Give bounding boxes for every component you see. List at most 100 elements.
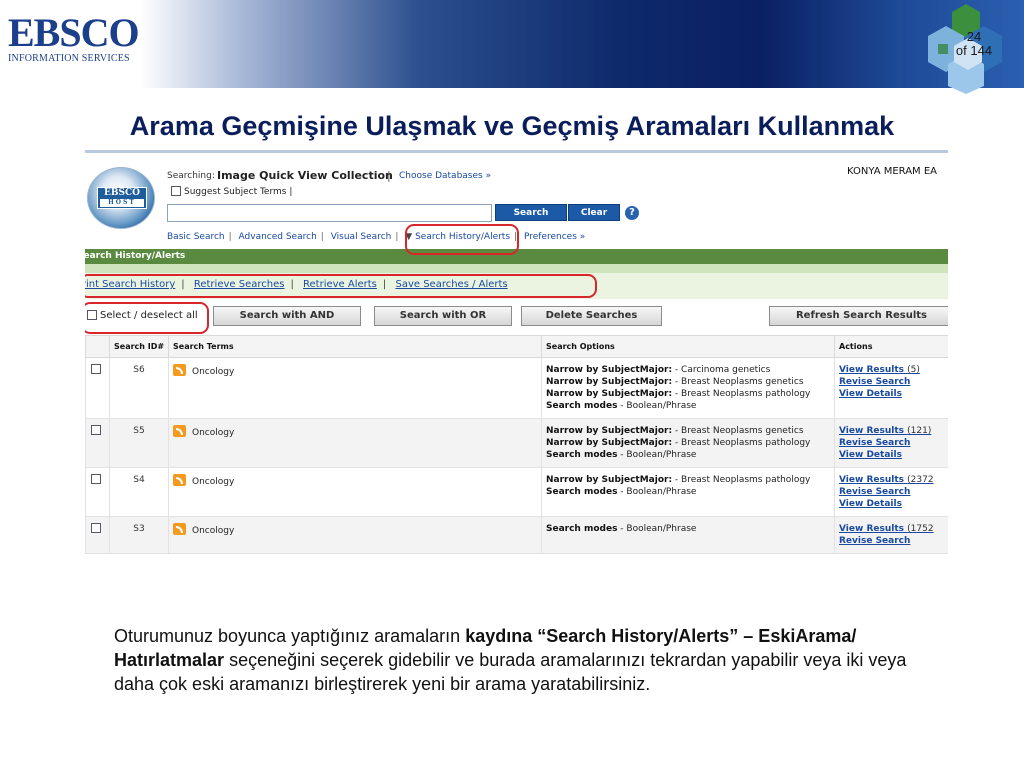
view-details-link[interactable]: View Details [839, 388, 944, 400]
rss-feed-icon[interactable] [173, 425, 186, 437]
col-header-id: Search ID# [109, 335, 169, 358]
search-history-table: Search ID# Search Terms Search Options A… [85, 335, 948, 554]
refresh-results-button[interactable]: Refresh Search Results [769, 306, 948, 326]
search-input[interactable] [167, 204, 492, 222]
search-terms-cell: Oncology [168, 357, 542, 419]
option-label: Narrow by SubjectMajor: [546, 475, 673, 485]
view-details-link[interactable]: View Details [839, 449, 944, 461]
search-option: Search modes - Boolean/Phrase [546, 523, 830, 535]
option-value: - Boolean/Phrase [617, 401, 697, 411]
nav-visual-search[interactable]: Visual Search [331, 232, 392, 242]
actions-cell: View Results (5) Revise Search View Detail… [834, 357, 948, 419]
result-count: (121) [907, 426, 932, 436]
view-results-link[interactable]: View Results (5) [839, 364, 944, 376]
rss-feed-icon[interactable] [173, 364, 186, 376]
search-with-and-button[interactable]: Search with AND [213, 306, 361, 326]
clear-button[interactable]: Clear [568, 204, 620, 221]
search-id: S6 [109, 357, 169, 419]
slide-title: Arama Geçmişine Ulaşmak ve Geçmiş Aramal… [129, 111, 895, 141]
actions-cell: View Results (2372 Revise Search View Deta… [834, 467, 948, 517]
search-options-cell: Narrow by SubjectMajor: - Breast Neoplas… [541, 418, 835, 468]
searching-label: Searching: [167, 171, 215, 181]
save-searches-link[interactable]: Save Searches / Alerts [395, 279, 507, 290]
search-with-or-button[interactable]: Search with OR [374, 306, 512, 326]
retrieve-searches-link[interactable]: Retrieve Searches [194, 279, 285, 290]
rss-feed-icon[interactable] [173, 474, 186, 486]
divider: | [387, 169, 391, 182]
search-id: S5 [109, 418, 169, 468]
view-results-link[interactable]: View Results (2372 [839, 474, 944, 486]
delete-searches-button[interactable]: Delete Searches [521, 306, 662, 326]
nav-preferences[interactable]: Preferences » [524, 232, 585, 242]
nav-basic-search[interactable]: Basic Search [167, 232, 225, 242]
slide-header-band [0, 0, 1024, 88]
ebscohost-logo-top: EBSCO [104, 188, 140, 198]
suggest-terms-option[interactable]: Suggest Subject Terms | [171, 186, 292, 197]
choose-databases-link[interactable]: Choose Databases » [399, 171, 491, 181]
view-results-label: View Results [839, 524, 904, 534]
search-options-cell: Narrow by SubjectMajor: - Breast Neoplas… [541, 467, 835, 517]
search-option: Narrow by SubjectMajor: - Breast Neoplas… [546, 388, 830, 400]
search-id: S4 [109, 467, 169, 517]
search-options-cell: Narrow by SubjectMajor: - Carcinoma gene… [541, 357, 835, 419]
revise-search-link[interactable]: Revise Search [839, 376, 944, 388]
search-terms-cell: Oncology [168, 467, 542, 517]
option-label: Narrow by SubjectMajor: [546, 438, 673, 448]
search-nav: Basic Search | Advanced Search | Visual Se… [167, 232, 585, 242]
col-header-terms: Search Terms [168, 335, 542, 358]
caption-text: Oturumunuz boyunca yaptığınız aramaların… [114, 624, 934, 696]
ebscohost-logo: EBSCO HOST [87, 167, 155, 229]
option-label: Narrow by SubjectMajor: [546, 426, 673, 436]
help-icon[interactable]: ? [625, 206, 639, 220]
view-results-label: View Results [839, 426, 904, 436]
row-checkbox[interactable] [91, 364, 101, 374]
search-option: Search modes - Boolean/Phrase [546, 449, 830, 461]
view-details-link[interactable]: View Details [839, 498, 944, 510]
logo-subtitle: INFORMATION SERVICES [8, 53, 130, 64]
col-header-options: Search Options [541, 335, 835, 358]
ebscohost-logo-bottom: HOST [100, 199, 144, 207]
table-row: S5 Oncology Narrow by SubjectMajor: - Brea… [85, 418, 948, 468]
row-select-cell [85, 418, 110, 468]
history-header-title: Search History/Alerts [85, 251, 186, 261]
row-select-cell [85, 516, 110, 554]
row-checkbox[interactable] [91, 425, 101, 435]
search-term: Oncology [192, 428, 235, 438]
divider: | [289, 187, 293, 197]
option-value: - Breast Neoplasms pathology [672, 438, 811, 448]
revise-search-link[interactable]: Revise Search [839, 486, 944, 498]
search-option: Narrow by SubjectMajor: - Breast Neoplas… [546, 474, 830, 486]
divider: | [382, 279, 387, 290]
option-value: - Carcinoma genetics [672, 365, 771, 375]
search-option: Search modes - Boolean/Phrase [546, 486, 830, 498]
search-button[interactable]: Search [495, 204, 567, 221]
nav-search-history[interactable]: Search History/Alerts [415, 232, 510, 242]
option-value: - Boolean/Phrase [617, 524, 697, 534]
table-row: S6 Oncology Narrow by SubjectMajor: - Carc… [85, 357, 948, 419]
print-history-link[interactable]: Print Search History [85, 279, 175, 290]
result-count: (2372 [907, 475, 934, 485]
revise-search-link[interactable]: Revise Search [839, 437, 944, 449]
row-select-cell [85, 357, 110, 419]
option-value: - Breast Neoplasms pathology [672, 475, 811, 485]
option-label: Narrow by SubjectMajor: [546, 377, 673, 387]
select-all-label: Select / deselect all [100, 310, 198, 321]
search-term: Oncology [192, 477, 235, 487]
retrieve-alerts-link[interactable]: Retrieve Alerts [303, 279, 377, 290]
row-checkbox[interactable] [91, 474, 101, 484]
search-terms-cell: Oncology [168, 516, 542, 554]
search-option: Narrow by SubjectMajor: - Breast Neoplas… [546, 437, 830, 449]
suggest-terms-checkbox[interactable] [171, 186, 181, 196]
select-all-option[interactable]: Select / deselect all [87, 310, 198, 321]
revise-search-link[interactable]: Revise Search [839, 535, 944, 547]
table-row: S4 Oncology Narrow by SubjectMajor: - Brea… [85, 467, 948, 517]
view-results-label: View Results [839, 365, 904, 375]
view-results-link[interactable]: View Results (121) [839, 425, 944, 437]
caption-part2: seçeneğini seçerek gidebilir ve burada a… [114, 650, 907, 694]
view-results-link[interactable]: View Results (1752 [839, 523, 944, 535]
row-checkbox[interactable] [91, 523, 101, 533]
nav-advanced-search[interactable]: Advanced Search [239, 232, 317, 242]
rss-feed-icon[interactable] [173, 523, 186, 535]
select-all-checkbox[interactable] [87, 310, 97, 320]
option-label: Narrow by SubjectMajor: [546, 389, 673, 399]
